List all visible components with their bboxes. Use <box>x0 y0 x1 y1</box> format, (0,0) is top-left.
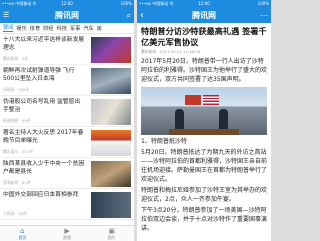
flag-shape <box>203 95 219 105</box>
news-thumbnail <box>91 37 131 63</box>
article-subheading: 1、特朗普抵沙特 <box>141 138 187 145</box>
person-shape <box>219 109 228 131</box>
category-tabs: 要闻 娱乐 体育 财经 科技 军事 汽车 房 <box>0 23 134 34</box>
tab-category[interactable]: 房 <box>97 25 102 32</box>
video-icon: ▶ <box>64 226 70 235</box>
tab-category[interactable]: 要闻 <box>3 24 14 32</box>
flag-shape <box>185 95 201 105</box>
article-paragraph: 特朗普和梅拉尼娅参加了沙特王室为其举办的欢迎仪式，2点，众人一齐参加午宴。 <box>141 187 268 203</box>
news-meta: 腾讯新闻 · 2评 <box>3 56 29 61</box>
list-item[interactable]: 朝鲜再次试射弹道导弹 飞行500公里坠入日本海 环球网 · 128评 <box>0 65 134 96</box>
status-bar: •••oo 中国移动 令 12:00 100% <box>137 0 271 8</box>
news-thumbnail <box>91 192 131 218</box>
person-shape <box>175 109 184 131</box>
status-time: 12:00 <box>61 1 73 6</box>
home-icon: ⌂ <box>20 226 25 235</box>
article-title: 特朗普分访沙特获最高礼遇 签署千亿美元军售协议 <box>141 26 267 47</box>
bottom-tab-bar: ⌂ 首页 ▶ 视频 ▣ 图片 <box>0 225 134 241</box>
news-title: 十八大以来习近平这样谈新发展理念 <box>3 37 85 51</box>
tab-label: 首页 <box>18 234 27 240</box>
article-paragraph: 下午3点20分，特朗普参加了一场美国—沙特阿拉伯双边会谈，并于十点对沙特作了重要… <box>141 207 268 232</box>
list-item[interactable]: 伪港股公司名号乱用 监管层出手整治 新浪财经 · 45评 <box>0 96 134 127</box>
status-bar: •••oo 中国移动 令 12:00 100% <box>0 0 134 8</box>
feed-screen: •••oo 中国移动 令 12:00 100% ☰ 腾讯网 ⌕ 要闻 娱乐 体育… <box>0 0 134 241</box>
article-screen: •••oo 中国移动 令 12:00 100% ‹ 腾讯网 ⋯ 特朗普分访沙特获… <box>137 0 271 241</box>
news-title: 伪港股公司名号乱用 监管层出手整治 <box>3 99 81 113</box>
news-meta: 环球网 · 128评 <box>3 87 30 92</box>
news-meta: 澎湃新闻 · 61评 <box>3 180 31 185</box>
news-meta: 腾讯娱乐 · 302评 <box>3 149 33 154</box>
status-time: 12:00 <box>198 1 210 6</box>
article-photo <box>141 87 267 135</box>
news-thumbnail <box>91 99 131 125</box>
search-icon[interactable]: ⌕ <box>127 8 131 23</box>
top-nav: ‹ 腾讯网 ⋯ <box>137 8 271 23</box>
article-paragraph: 2017年5月20日，特朗普带一行人出访了沙特阿拉伯的利雅得。沙特国王为他举行了… <box>141 58 268 83</box>
top-nav: ☰ 腾讯网 ⌕ <box>0 8 134 23</box>
news-thumbnail <box>91 68 131 94</box>
table-shape <box>169 129 239 135</box>
news-title: 中国外交部回应日本首相参拜 <box>3 192 79 198</box>
list-item[interactable]: 中国外交部回应日本首相参拜 人民网 · 18评 <box>0 189 134 220</box>
tab-category[interactable]: 汽车 <box>83 25 93 32</box>
article-meta: 腾讯新闻 · 2017-05-21 11:46:18 <box>141 49 201 54</box>
app-title: 腾讯网 <box>55 11 79 20</box>
news-meta: 新浪财经 · 45评 <box>3 118 31 123</box>
news-title: 陕西某县收入少于中央一个贫困户都是县长 <box>3 161 85 175</box>
article-paragraph: 5月20日，特朗普抵达了为期九天的外访之首站——沙特阿拉伯的首都利雅得，沙特国王… <box>141 149 268 183</box>
news-thumbnail <box>91 161 131 187</box>
news-title: 朝鲜再次试射弹道导弹 飞行500公里坠入日本海 <box>3 68 75 82</box>
tab-label: 图片 <box>107 234 116 240</box>
list-item[interactable]: 著名主持人大火反思 2017年春晚节目单曝光 腾讯娱乐 · 302评 <box>0 127 134 158</box>
battery-text: 100% <box>120 1 132 6</box>
news-meta: 人民网 · 18评 <box>3 211 27 216</box>
tab-home[interactable]: ⌂ 首页 <box>0 226 45 241</box>
image-icon: ▣ <box>108 226 115 235</box>
tab-category[interactable]: 财经 <box>43 25 53 32</box>
more-icon[interactable]: ⋯ <box>260 8 268 23</box>
tab-video[interactable]: ▶ 视频 <box>45 226 90 241</box>
back-icon[interactable]: ‹ <box>140 8 144 23</box>
tab-category[interactable]: 军事 <box>70 25 80 32</box>
tab-image[interactable]: ▣ 图片 <box>89 226 134 241</box>
list-item[interactable]: 陕西某县收入少于中央一个贫困户都是县长 澎湃新闻 · 61评 <box>0 158 134 189</box>
tab-category[interactable]: 体育 <box>30 25 40 32</box>
news-thumbnail <box>91 130 131 156</box>
tab-category[interactable]: 科技 <box>57 25 67 32</box>
article-body: 特朗普分访沙特获最高礼遇 签署千亿美元军售协议 腾讯新闻 · 2017-05-2… <box>137 23 271 241</box>
app-title: 腾讯网 <box>192 11 216 20</box>
news-title: 著名主持人大火反思 2017年春晚节目单曝光 <box>3 130 84 144</box>
tab-category[interactable]: 娱乐 <box>16 25 26 32</box>
list-item[interactable]: 十八大以来习近平这样谈新发展理念 腾讯新闻 · 2评 <box>0 34 134 65</box>
news-feed: 十八大以来习近平这样谈新发展理念 腾讯新闻 · 2评 朝鲜再次试射弹道导弹 飞行… <box>0 34 134 225</box>
menu-icon[interactable]: ☰ <box>3 8 9 23</box>
battery-text: 100% <box>257 1 269 6</box>
tab-label: 视频 <box>63 234 71 240</box>
